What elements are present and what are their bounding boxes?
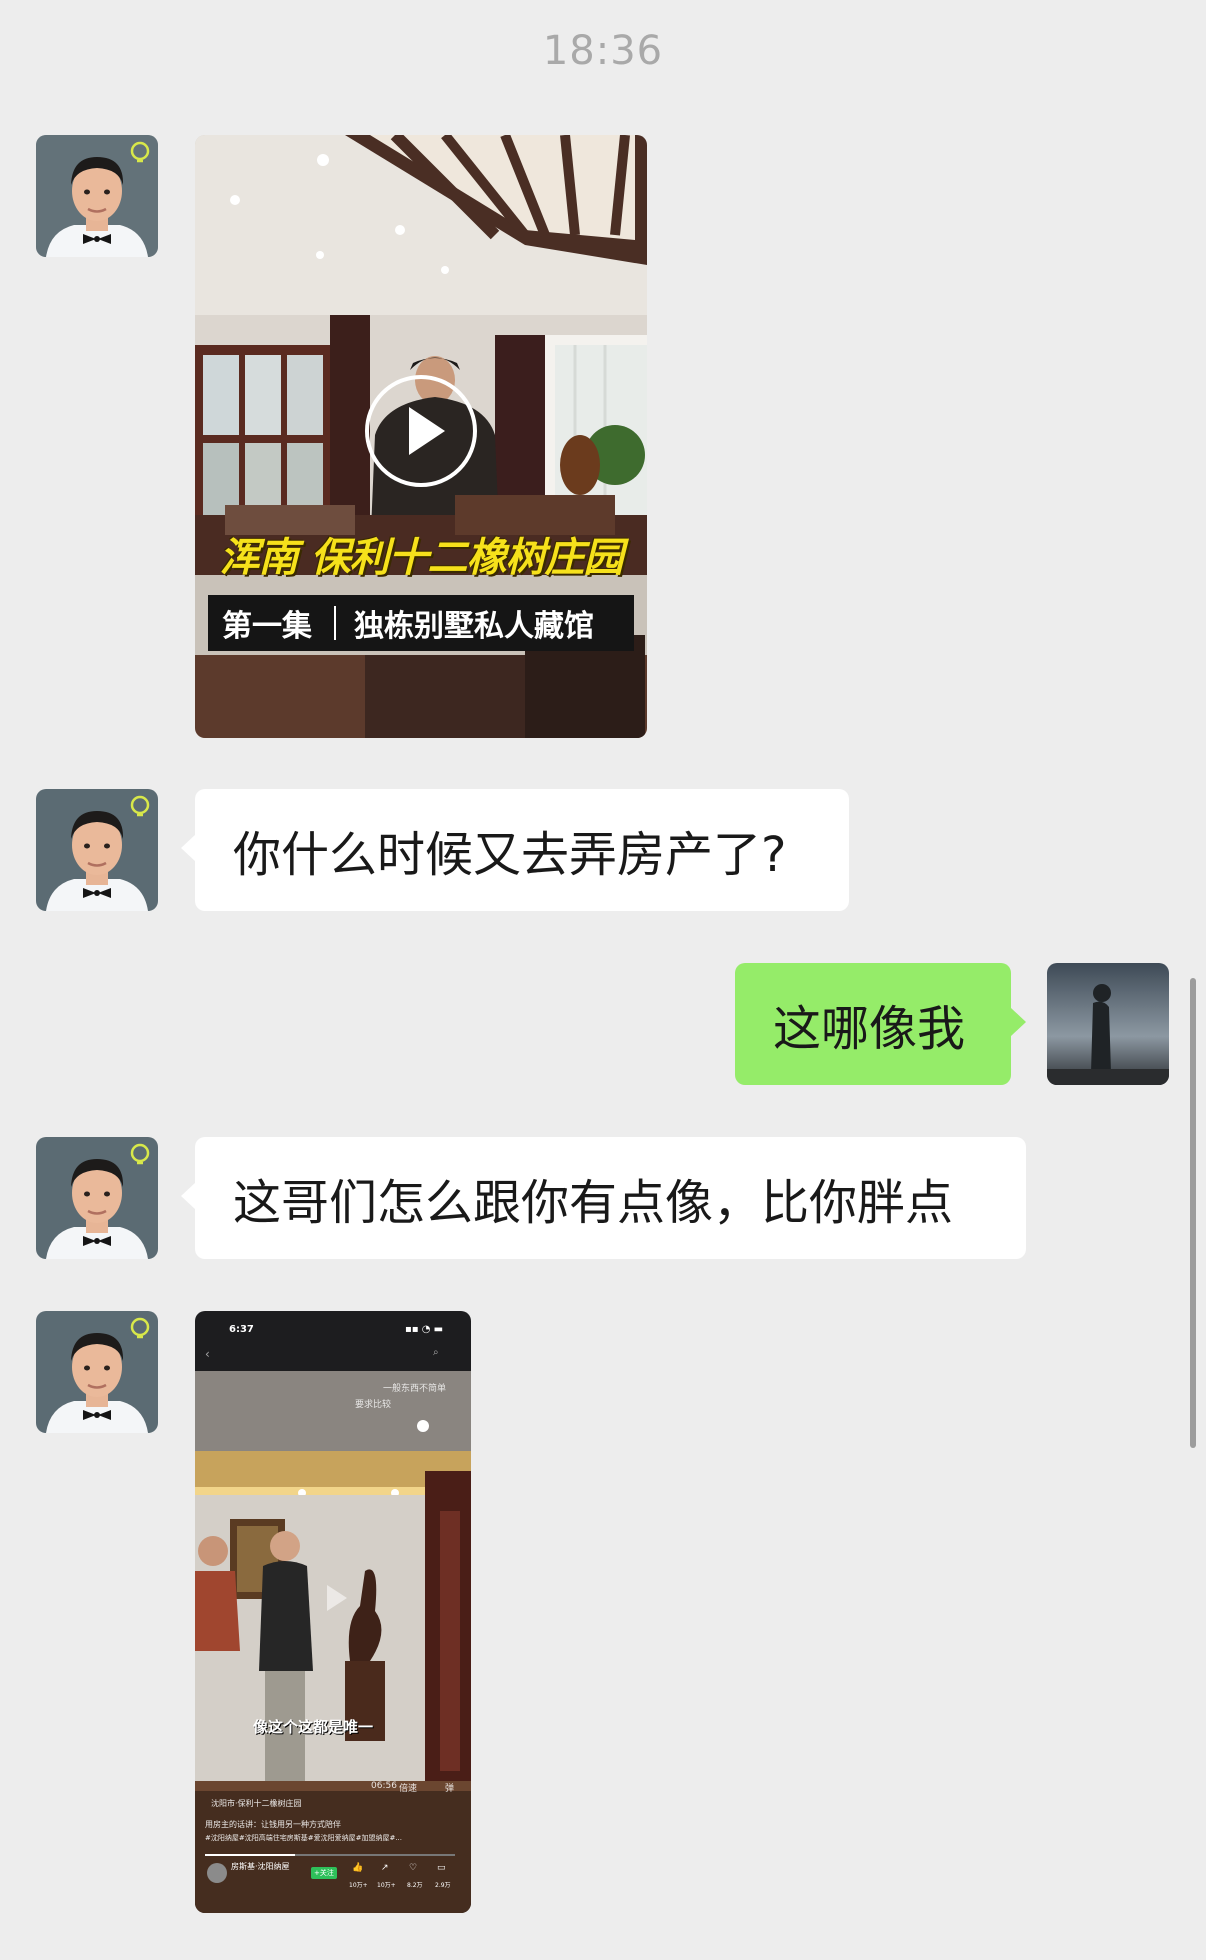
follow-button[interactable]: +关注 [311, 1867, 337, 1879]
play-icon[interactable] [365, 375, 477, 487]
avatar-portrait-icon [36, 135, 158, 257]
video-tags: #沈阳纳屋#沈阳高端住宅房斯基#爱沈阳爱纳屋#加盟纳屋#... [205, 1834, 403, 1842]
speed-button[interactable]: 倍速 [399, 1781, 417, 1794]
video-episode-label: 第一集 [222, 609, 312, 644]
video-subtitle-band: 第一集 独栋别墅私人藏馆 [208, 595, 634, 651]
text-message-bubble-self[interactable]: 这哪像我 [735, 963, 1026, 1085]
share-count: 10万+ [377, 1882, 396, 1889]
share-icon[interactable]: ↗ [381, 1863, 389, 1873]
text-message-bubble[interactable]: 这哥们怎么跟你有点像，比你胖点 [181, 1137, 1026, 1259]
avatar-portrait-icon [36, 1137, 158, 1259]
like-icon[interactable]: 👍 [352, 1863, 363, 1873]
back-icon[interactable]: ‹ [205, 1347, 210, 1361]
heart-icon[interactable]: ♡ [409, 1863, 417, 1873]
chat-timestamp: 18:36 [542, 28, 664, 74]
video-subtitle: 像这个这都是唯一 [253, 1718, 374, 1736]
avatar-silhouette-icon [1047, 963, 1169, 1085]
video-top-caption: 一般东西不简单 [383, 1384, 447, 1394]
contact-avatar[interactable] [36, 1311, 158, 1433]
message-text: 你什么时候又去弄房产了? [233, 827, 787, 883]
video-message-1[interactable]: 浑南 保利十二橡树庄园 第一集 独栋别墅私人藏馆 [195, 135, 647, 738]
comment-count: 2.9万 [435, 1882, 451, 1889]
video-title-overlay: 浑南 保利十二橡树庄园 [219, 535, 624, 581]
favorite-count: 8.2万 [407, 1882, 423, 1889]
contact-avatar[interactable] [36, 789, 158, 911]
contact-avatar[interactable] [36, 135, 158, 257]
divider [334, 606, 336, 640]
message-text: 这哪像我 [773, 1001, 966, 1057]
play-icon[interactable] [311, 1575, 357, 1621]
contact-avatar[interactable] [36, 1137, 158, 1259]
danmu-button[interactable]: 弹 [445, 1781, 454, 1794]
location-label: 沈阳市·保利十二橡树庄园 [211, 1799, 302, 1808]
video-episode-title: 独栋别墅私人藏馆 [354, 609, 594, 644]
video-message-2[interactable]: 6:37 ▪▪ ◔ ▬ ‹ ⌕ 一般东西不简单 要求比较 像这个这都是唯一 06… [195, 1311, 471, 1913]
my-avatar[interactable] [1047, 963, 1169, 1085]
video-duration: 06:56 [371, 1781, 397, 1791]
avatar-portrait-icon [36, 789, 158, 911]
like-count: 10万+ [349, 1882, 368, 1889]
status-bar-icons: ▪▪ ◔ ▬ [405, 1324, 444, 1335]
comment-icon[interactable]: ▭ [437, 1863, 446, 1873]
author-name: 房斯基·沈阳纳屋 [231, 1862, 290, 1871]
avatar-portrait-icon [36, 1311, 158, 1433]
search-icon[interactable]: ⌕ [433, 1347, 439, 1358]
message-text: 这哥们怎么跟你有点像，比你胖点 [233, 1175, 954, 1231]
text-message-bubble[interactable]: 你什么时候又去弄房产了? [181, 789, 849, 911]
status-bar-time: 6:37 [229, 1324, 254, 1335]
video-description: 用房主的话讲：让钱用另一种方式陪伴 [205, 1820, 341, 1829]
scrollbar[interactable] [1190, 978, 1196, 1448]
video-top-caption-2: 要求比较 [355, 1400, 392, 1410]
